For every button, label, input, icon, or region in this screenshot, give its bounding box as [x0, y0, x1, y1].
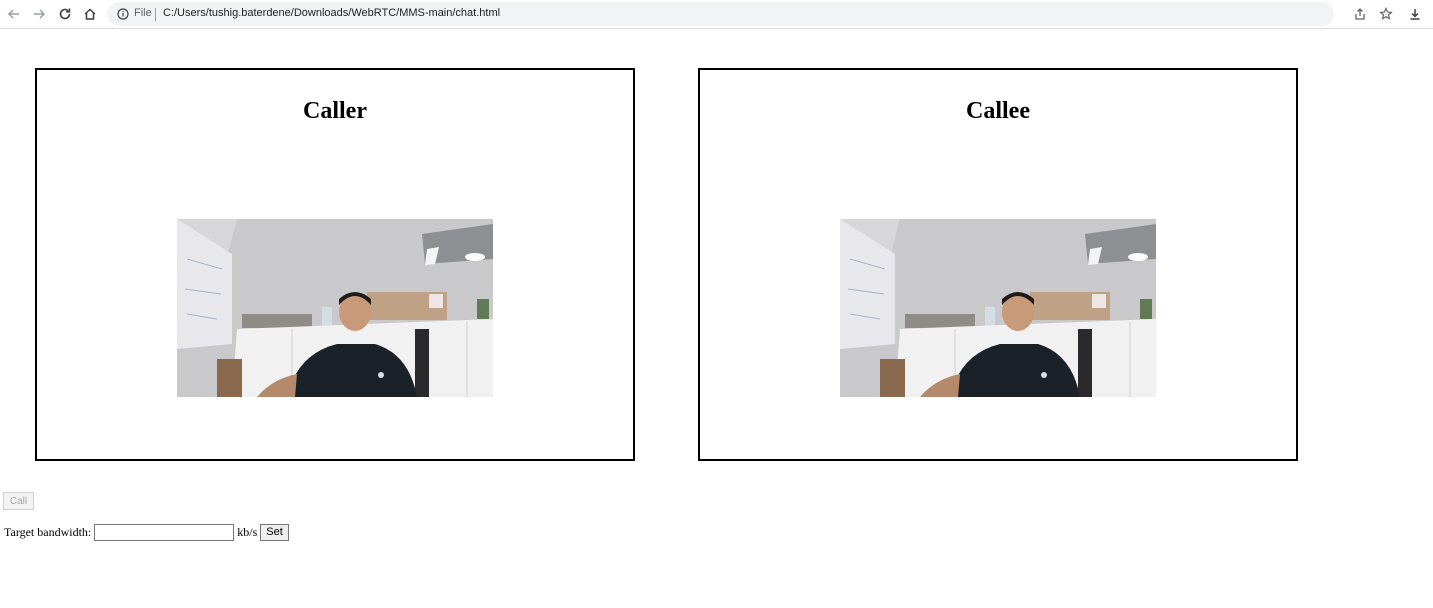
info-icon[interactable] [115, 6, 131, 22]
bandwidth-unit: kb/s [237, 524, 258, 539]
url-text[interactable]: C:/Users/tushig.baterdene/Downloads/WebR… [163, 7, 500, 19]
reload-icon[interactable] [54, 3, 76, 25]
browser-toolbar: File C:/Users/tushig.baterdene/Downloads… [0, 0, 1433, 29]
callee-panel: Callee [698, 68, 1298, 461]
address-bar[interactable]: File C:/Users/tushig.baterdene/Downloads… [107, 2, 1334, 26]
caller-title: Caller [303, 98, 367, 124]
share-icon[interactable] [1349, 3, 1371, 25]
bandwidth-label: Target bandwidth: [4, 524, 92, 539]
callee-video [840, 219, 1156, 397]
caller-panel: Caller [35, 68, 635, 461]
star-icon[interactable] [1375, 3, 1397, 25]
home-icon[interactable] [79, 3, 101, 25]
address-separator [155, 8, 156, 21]
call-button[interactable]: Call [3, 492, 34, 510]
set-button[interactable]: Set [260, 523, 289, 541]
forward-icon[interactable] [28, 3, 50, 25]
caller-video [177, 219, 493, 397]
bandwidth-row: Target bandwidth: kb/s Set [4, 522, 289, 542]
download-icon[interactable] [1404, 3, 1426, 25]
callee-title: Callee [966, 98, 1030, 124]
scheme-label: File [134, 7, 152, 19]
back-icon[interactable] [3, 3, 25, 25]
bandwidth-input[interactable] [94, 523, 235, 541]
